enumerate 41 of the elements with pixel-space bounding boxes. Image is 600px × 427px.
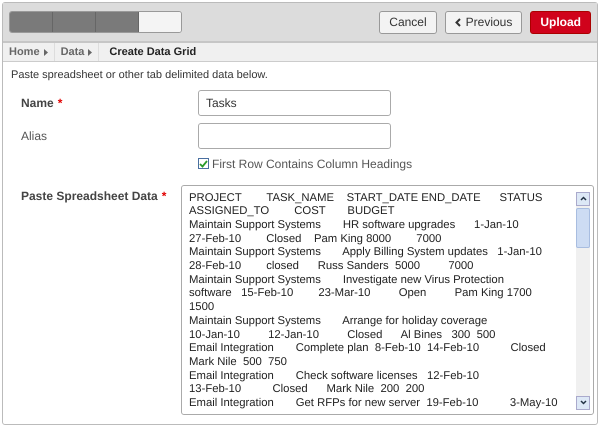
- checkbox[interactable]: [198, 158, 209, 169]
- data-line: Maintain Support Systems Arrange for holiday coverage: [189, 314, 488, 329]
- paste-data-textarea[interactable]: [181, 184, 594, 414]
- scroll-up-icon[interactable]: [576, 192, 590, 206]
- name-field[interactable]: Tasks: [198, 90, 391, 116]
- upload-button[interactable]: Upload: [530, 10, 591, 34]
- checkbox-label: First Row Contains Column Headings: [212, 156, 412, 172]
- data-line: PROJECT TASK_NAME START_DATE END_DATE STATUS: [189, 192, 544, 206]
- chevron-left-icon: [454, 18, 461, 26]
- data-line: software 15-Feb-10 23-Mar-10 Open Pam King 1700: [189, 287, 533, 302]
- scrollbar[interactable]: [576, 192, 590, 410]
- alias-field[interactable]: [198, 122, 391, 148]
- data-line: Maintain Support Systems Investigate new Virus Protection: [189, 274, 505, 288]
- field-label: Alias: [21, 128, 48, 144]
- breadcrumb-link[interactable]: Home: [3, 43, 55, 61]
- cancel-button[interactable]: Cancel: [379, 10, 437, 34]
- breadcrumb-link[interactable]: Create Data Grid: [99, 43, 202, 61]
- required-marker: *: [162, 188, 166, 204]
- data-line: 28-Feb-10 closed Russ Sanders 5000 7000: [189, 260, 474, 274]
- checkmark-icon: [199, 160, 208, 168]
- caret-right-icon: [44, 48, 48, 56]
- required-marker: *: [58, 94, 62, 112]
- field-label: Paste Spreadsheet Data: [21, 188, 158, 204]
- data-line: Maintain Support Systems HR software upgrades 1-Jan-10: [189, 218, 520, 233]
- data-line: Mark Nile 500 750: [189, 356, 288, 370]
- scroll-down-icon[interactable]: [576, 396, 590, 410]
- data-line: Maintain Support Systems Apply Billing System updates 1-Jan-10: [189, 246, 543, 260]
- data-line: ASSIGNED_TO COST BUDGET: [189, 205, 396, 219]
- breadcrumb-link[interactable]: Data: [54, 43, 100, 61]
- data-line: 1500: [189, 301, 216, 315]
- scroll-thumb[interactable]: [576, 208, 590, 248]
- data-line: 27-Feb-10 Closed Pam King 8000 7000: [189, 232, 442, 246]
- caret-right-icon: [88, 48, 92, 56]
- data-line: 10-Jan-10 12-Jan-10 Closed Al Bines 300 500: [189, 328, 496, 342]
- previous-button[interactable]: Previous: [444, 10, 522, 34]
- data-line: Email Integration Complete plan 8-Feb-10 14-Feb-10 Closed: [189, 342, 547, 356]
- data-line: Email Integration Check software licenses 12-Feb-10: [189, 370, 480, 384]
- field-label: Name: [21, 94, 54, 112]
- data-line: Email Integration Get RFPs for new server 19-Feb-10 3-May-10: [189, 397, 559, 411]
- instructions-text: Paste spreadsheet or other tab delimited data below.: [10, 68, 269, 83]
- data-line: 13-Feb-10 Closed Mark Nile 200 200: [189, 383, 426, 398]
